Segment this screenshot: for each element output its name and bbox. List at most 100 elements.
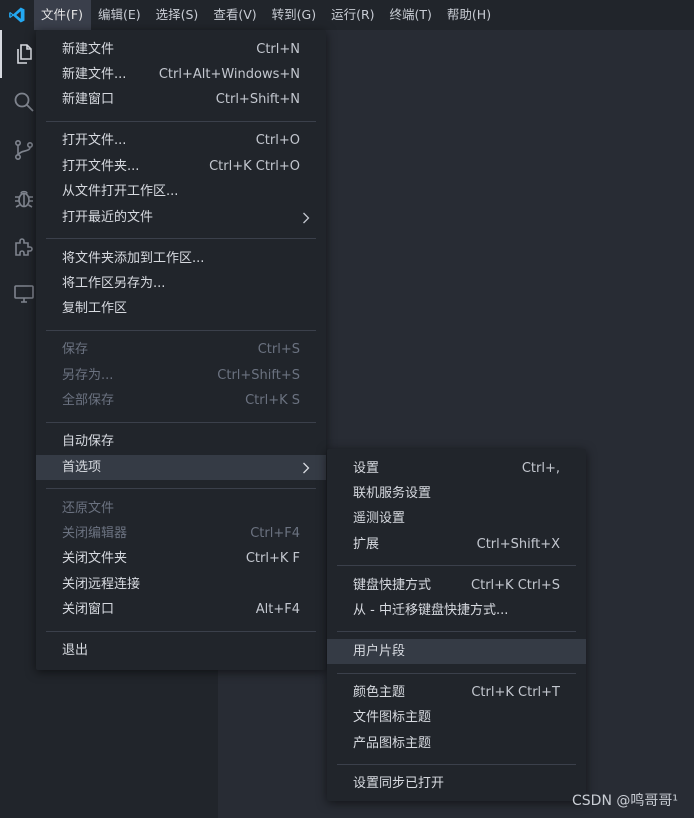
menu-item-color-theme[interactable]: 颜色主题 Ctrl+K Ctrl+T [327, 680, 586, 705]
menu-item-settings[interactable]: 设置 Ctrl+, [327, 456, 586, 481]
menu-item-label: 文件图标主题 [353, 710, 432, 725]
menu-item-save[interactable]: 保存 Ctrl+S [36, 337, 326, 362]
menu-item-label: 关闭编辑器 [62, 526, 128, 541]
menu-terminal[interactable]: 终端(T) [383, 0, 440, 30]
menu-item-new-file-with[interactable]: 新建文件... Ctrl+Alt+Windows+N [36, 62, 326, 87]
menu-item-label: 产品图标主题 [353, 736, 432, 751]
menu-item-open-workspace-from-file[interactable]: 从文件打开工作区... [36, 179, 326, 204]
menu-item-close-window[interactable]: 关闭窗口 Alt+F4 [36, 597, 326, 622]
menu-item-close-folder[interactable]: 关闭文件夹 Ctrl+K F [36, 546, 326, 571]
menu-item-shortcut: Ctrl+K F [245, 551, 300, 566]
menu-item-online-services-settings[interactable]: 联机服务设置 [327, 481, 586, 506]
menu-item-user-snippets[interactable]: 用户片段 [327, 639, 586, 664]
menu-item-label: 颜色主题 [353, 685, 406, 700]
menu-separator [337, 764, 576, 765]
menu-item-label: 退出 [62, 643, 89, 658]
menu-edit[interactable]: 编辑(E) [91, 0, 149, 30]
menu-separator [46, 631, 316, 632]
menu-item-shortcut: Ctrl+K Ctrl+T [471, 685, 560, 700]
menu-item-new-file[interactable]: 新建文件 Ctrl+N [36, 37, 326, 62]
menu-item-label: 键盘快捷方式 [353, 578, 432, 593]
menu-item-label: 另存为... [62, 368, 114, 383]
menu-item-shortcut: Ctrl+K Ctrl+S [471, 578, 560, 593]
menu-item-label: 将工作区另存为... [62, 276, 166, 291]
menu-item-open-folder[interactable]: 打开文件夹... Ctrl+K Ctrl+O [36, 154, 326, 179]
menu-item-product-icon-theme[interactable]: 产品图标主题 [327, 731, 586, 756]
menu-item-shortcut: Ctrl+F4 [250, 526, 300, 541]
menu-item-exit[interactable]: 退出 [36, 638, 326, 663]
vscode-logo-icon [0, 0, 34, 30]
menu-item-preferences[interactable]: 首选项 [36, 455, 326, 480]
menu-item-label: 联机服务设置 [353, 486, 432, 501]
menu-item-label: 首选项 [62, 460, 102, 475]
menu-item-settings-sync[interactable]: 设置同步已打开 [327, 771, 586, 796]
menu-file[interactable]: 文件(F) [34, 0, 91, 30]
menu-item-auto-save[interactable]: 自动保存 [36, 429, 326, 454]
menu-item-label: 自动保存 [62, 434, 115, 449]
menu-item-label: 扩展 [353, 537, 380, 552]
menu-item-label: 从文件打开工作区... [62, 184, 179, 199]
menubar: 文件(F) 编辑(E) 选择(S) 查看(V) 转到(G) 运行(R) 终端(T… [0, 0, 694, 30]
menu-item-save-workspace-as[interactable]: 将工作区另存为... [36, 271, 326, 296]
menu-item-label: 新建窗口 [62, 92, 115, 107]
menu-item-label: 设置同步已打开 [353, 776, 445, 791]
menu-item-open-file[interactable]: 打开文件... Ctrl+O [36, 128, 326, 153]
menu-item-shortcut: Ctrl+N [256, 42, 300, 57]
menu-separator [46, 488, 316, 489]
menu-item-label: 新建文件... [62, 67, 127, 82]
menu-separator [46, 238, 316, 239]
menu-item-label: 打开文件夹... [62, 159, 140, 174]
chevron-right-icon [302, 205, 314, 230]
menu-item-label: 关闭远程连接 [62, 577, 141, 592]
file-menu: 新建文件 Ctrl+N 新建文件... Ctrl+Alt+Windows+N 新… [36, 30, 326, 670]
menu-item-shortcut: Ctrl+Alt+Windows+N [158, 67, 300, 82]
menu-run[interactable]: 运行(R) [324, 0, 382, 30]
menu-item-close-remote[interactable]: 关闭远程连接 [36, 572, 326, 597]
menu-item-add-folder-to-workspace[interactable]: 将文件夹添加到工作区... [36, 246, 326, 271]
menu-item-shortcut: Ctrl+K Ctrl+O [209, 159, 300, 174]
menu-item-shortcut: Ctrl+, [521, 461, 560, 476]
menu-item-label: 设置 [353, 461, 380, 476]
menu-item-duplicate-workspace[interactable]: 复制工作区 [36, 296, 326, 321]
preferences-submenu: 设置 Ctrl+, 联机服务设置 遥测设置 扩展 Ctrl+Shift+X 键盘… [327, 449, 586, 801]
menu-view[interactable]: 查看(V) [206, 0, 264, 30]
menu-item-shortcut: Ctrl+S [257, 342, 300, 357]
chevron-right-icon [302, 455, 314, 480]
menu-selection[interactable]: 选择(S) [149, 0, 207, 30]
menu-help[interactable]: 帮助(H) [440, 0, 499, 30]
menu-item-close-editor[interactable]: 关闭编辑器 Ctrl+F4 [36, 521, 326, 546]
menu-item-save-as[interactable]: 另存为... Ctrl+Shift+S [36, 363, 326, 388]
menu-item-shortcut: Ctrl+Shift+X [476, 537, 560, 552]
menu-item-keyboard-shortcuts[interactable]: 键盘快捷方式 Ctrl+K Ctrl+S [327, 573, 586, 598]
menu-separator [46, 422, 316, 423]
menu-item-label: 保存 [62, 342, 89, 357]
menu-go[interactable]: 转到(G) [265, 0, 324, 30]
menu-item-label: 遥测设置 [353, 511, 406, 526]
menu-item-new-window[interactable]: 新建窗口 Ctrl+Shift+N [36, 87, 326, 112]
menu-separator [337, 673, 576, 674]
menu-item-migrate-keyboard-shortcuts[interactable]: 从 - 中迁移键盘快捷方式... [327, 598, 586, 623]
menu-item-telemetry-settings[interactable]: 遥测设置 [327, 506, 586, 531]
menu-item-label: 打开最近的文件 [62, 210, 154, 225]
menu-item-label: 新建文件 [62, 42, 115, 57]
menu-separator [46, 121, 316, 122]
menu-item-label: 打开文件... [62, 133, 127, 148]
menu-item-label: 用户片段 [353, 644, 406, 659]
menu-item-extensions[interactable]: 扩展 Ctrl+Shift+X [327, 532, 586, 557]
menu-item-label: 关闭窗口 [62, 602, 115, 617]
menu-item-shortcut: Ctrl+Shift+S [217, 368, 300, 383]
menu-item-shortcut: Ctrl+Shift+N [215, 92, 300, 107]
menu-item-shortcut: Ctrl+O [255, 133, 300, 148]
menu-item-open-recent[interactable]: 打开最近的文件 [36, 205, 326, 230]
menu-separator [337, 565, 576, 566]
menu-item-label: 从 - 中迁移键盘快捷方式... [353, 603, 509, 618]
menu-item-label: 全部保存 [62, 393, 115, 408]
menu-item-shortcut: Alt+F4 [255, 602, 300, 617]
menu-separator [46, 330, 316, 331]
menu-item-revert-file[interactable]: 还原文件 [36, 496, 326, 521]
menu-separator [337, 631, 576, 632]
menu-item-label: 将文件夹添加到工作区... [62, 251, 205, 266]
menu-item-file-icon-theme[interactable]: 文件图标主题 [327, 705, 586, 730]
menu-item-label: 还原文件 [62, 501, 115, 516]
menu-item-save-all[interactable]: 全部保存 Ctrl+K S [36, 388, 326, 413]
